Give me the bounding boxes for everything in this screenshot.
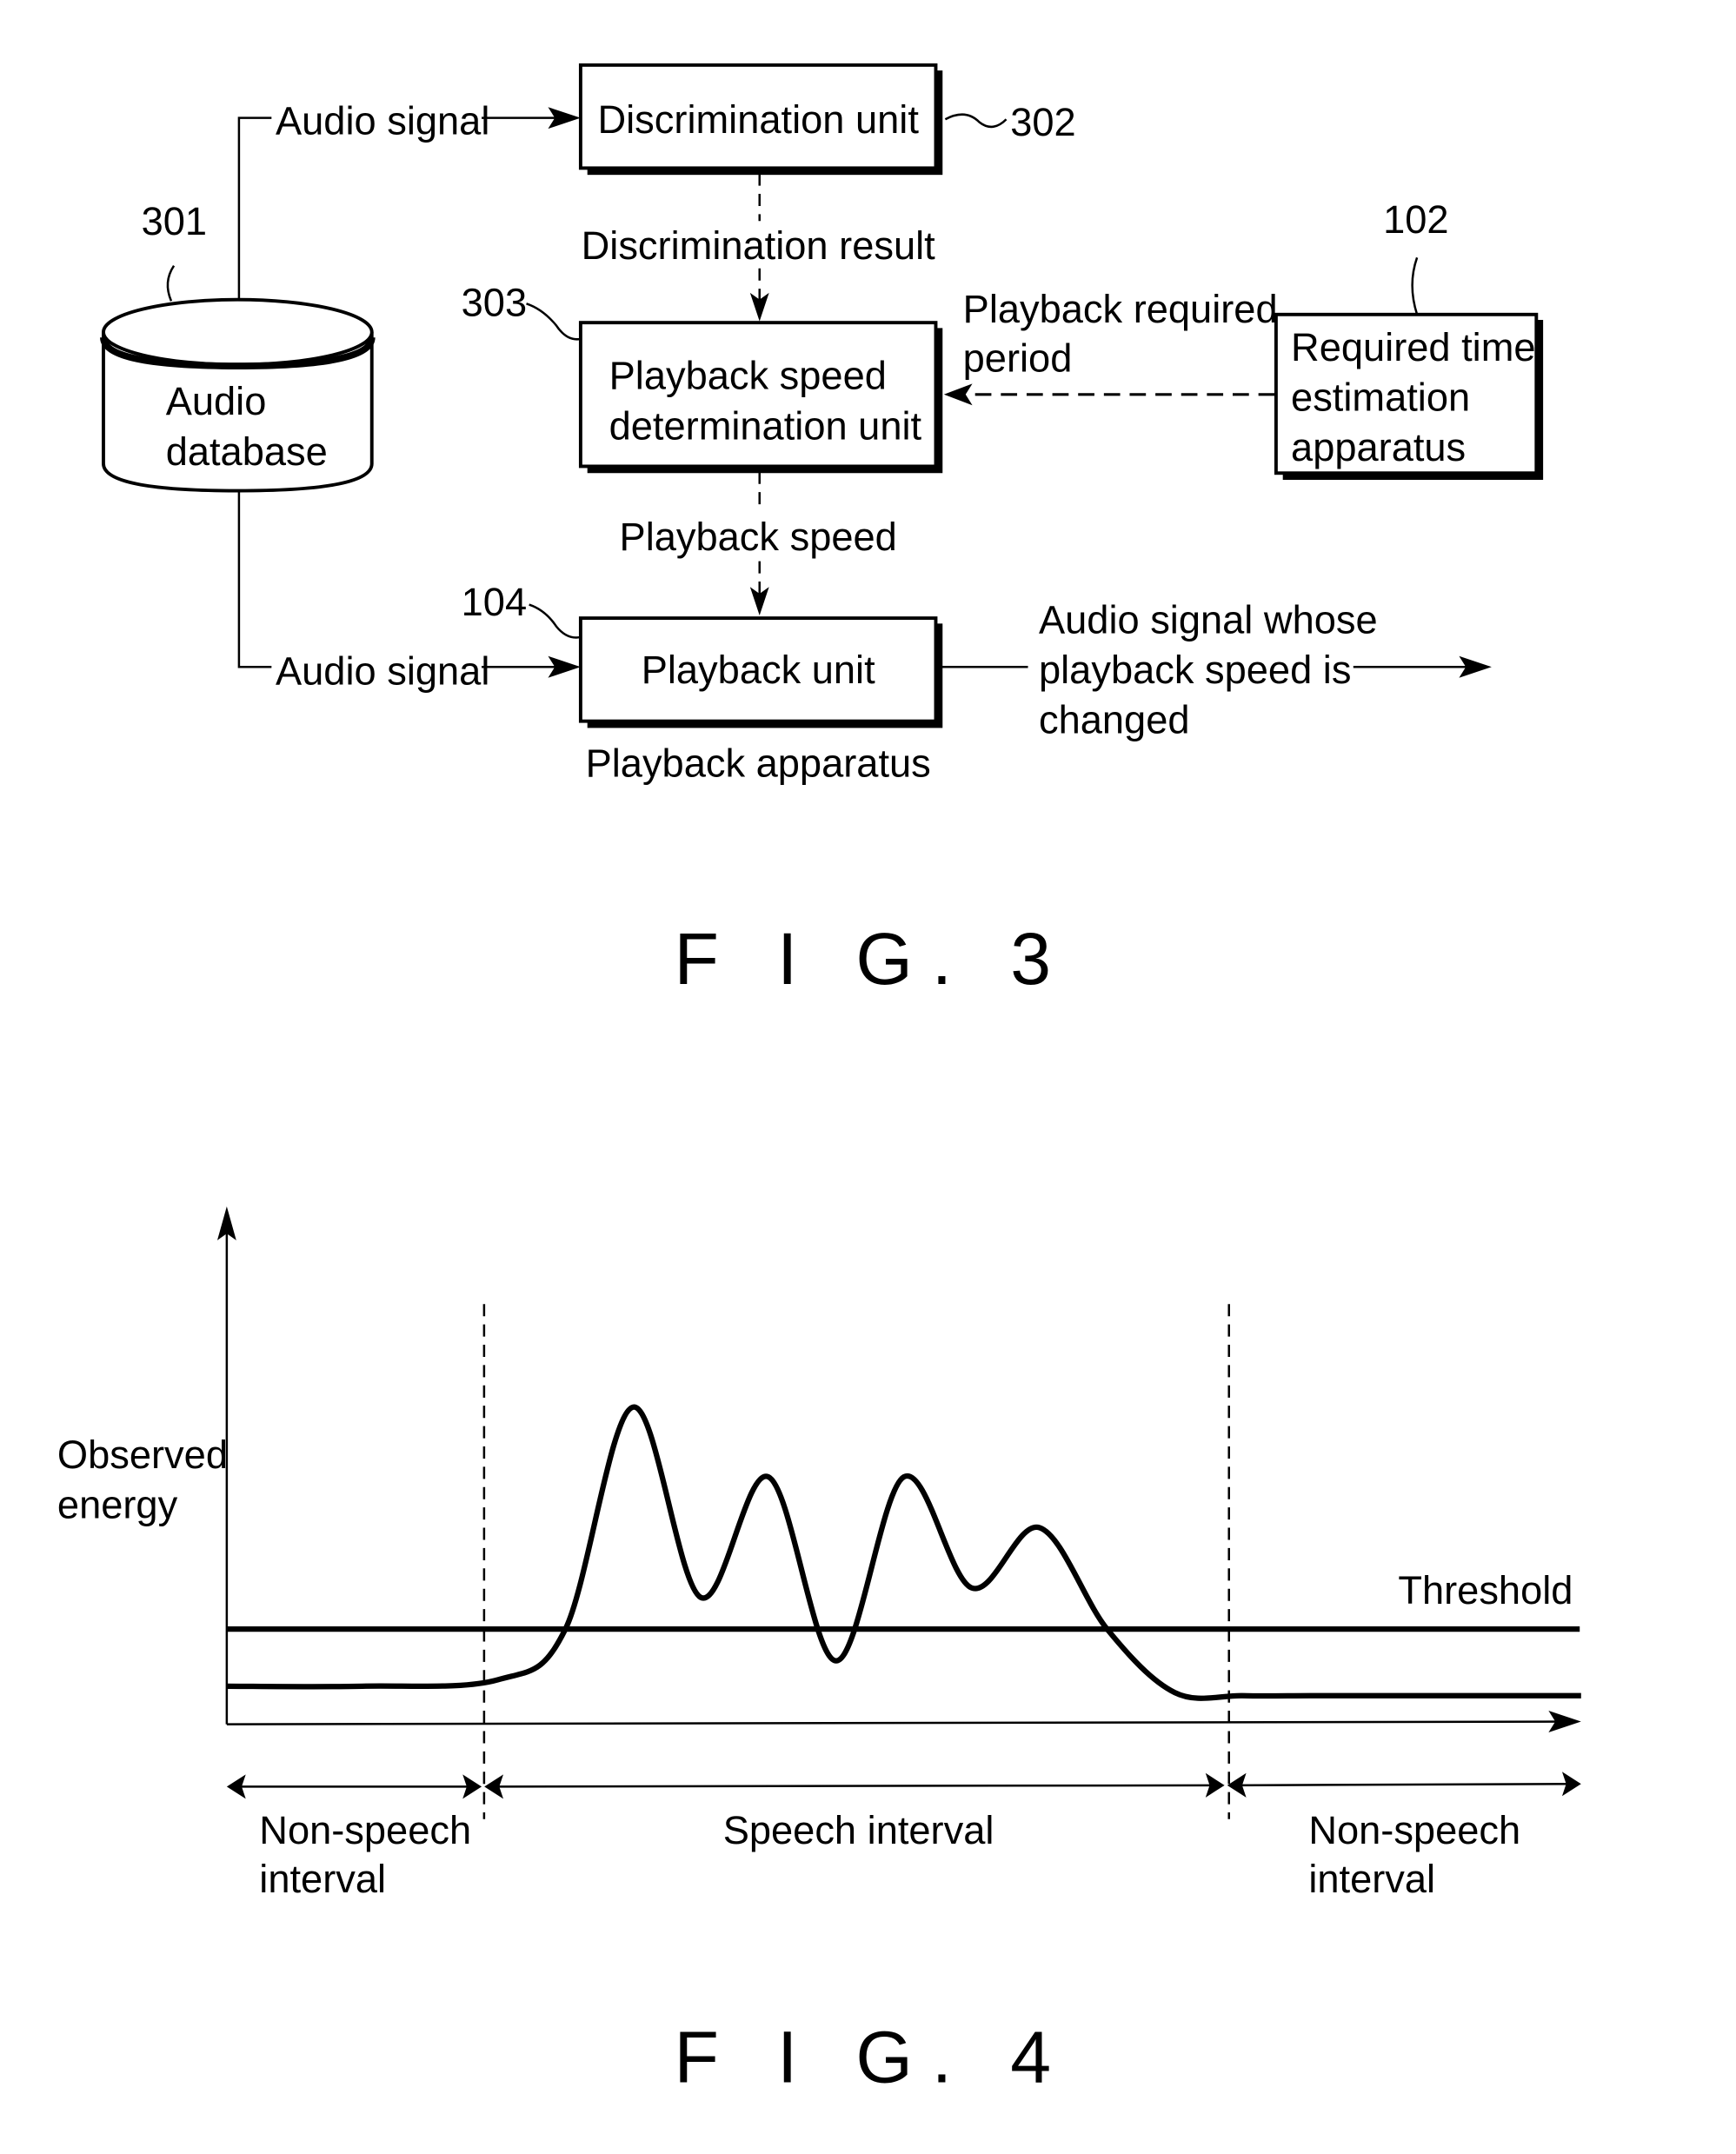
arrowhead-icon: [943, 383, 973, 406]
interval-label-left-line1: Non-speech: [259, 1808, 471, 1852]
interval-label-right-line1: Non-speech: [1308, 1808, 1520, 1852]
playback-apparatus-label: Playback apparatus: [586, 741, 931, 786]
observed-energy-curve: [226, 1404, 1581, 1701]
ref-104: 104: [462, 580, 527, 624]
psd-label-line2: determination unit: [609, 403, 922, 448]
output-label-line1: Audio signal whose: [1039, 597, 1378, 642]
required-time-estimation-node: 102 Required time estimation apparatus: [1274, 197, 1544, 481]
fig4-energy-chart: Observed energy Threshold Non-speech int…: [57, 1206, 1581, 2097]
patent-figure-sheet: Audio database 301 Audio signal Discrimi…: [57, 63, 1581, 2097]
connector-line: [237, 116, 272, 300]
rte-label-line3: apparatus: [1291, 425, 1466, 469]
edge-label-audio-signal-bottom: Audio signal: [276, 649, 489, 694]
x-axis: [226, 1720, 1566, 1725]
ref-301: 301: [142, 199, 207, 243]
interval-label-left-line2: interval: [259, 1857, 386, 1901]
y-axis-label-line2: energy: [57, 1483, 178, 1527]
ref-302-leader: [944, 113, 1008, 129]
database-label-line1: Audio: [166, 379, 267, 423]
database-cylinder-top: [102, 297, 374, 367]
ref-303: 303: [462, 280, 527, 324]
edge-playback-required-period: Playback required period: [943, 287, 1278, 406]
edge-playback-speed: Playback speed: [620, 471, 897, 615]
discrimination-unit-label: Discrimination unit: [597, 97, 919, 142]
output-label-line3: changed: [1039, 698, 1190, 742]
edge-audio-signal-top: Audio signal: [237, 98, 581, 300]
rte-label-line1: Required time: [1291, 325, 1536, 369]
y-axis-label-line1: Observed: [57, 1433, 228, 1477]
playback-unit-label: Playback unit: [642, 648, 875, 692]
edge-label-discrimination-result: Discrimination result: [582, 223, 936, 268]
fig3-caption: F I G. 3: [674, 918, 1069, 1000]
fig4-caption: F I G. 4: [674, 2016, 1069, 2097]
database-label-line2: database: [166, 429, 328, 474]
threshold-label: Threshold: [1398, 1568, 1573, 1612]
edge-audio-signal-bottom: Audio signal: [237, 490, 581, 694]
ref-102: 102: [1383, 197, 1448, 242]
connector-line: [237, 490, 272, 668]
playback-speed-determination-unit-node: 303 Playback speed determination unit: [462, 280, 943, 474]
speech-interval-arrow: [490, 1784, 1218, 1788]
audio-database-node: Audio database 301: [100, 199, 376, 493]
edge-label-audio-signal-top: Audio signal: [276, 98, 489, 143]
interval-label-right-line2: interval: [1308, 1857, 1435, 1901]
edge-label-playback-required-line1: Playback required: [963, 287, 1278, 331]
non-speech-interval-arrow-right: [1234, 1783, 1573, 1787]
edge-output-audio-signal: Audio signal whose playback speed is cha…: [940, 597, 1492, 742]
rte-label-line2: estimation: [1291, 376, 1470, 420]
discrimination-unit-node: Discrimination unit 302: [578, 63, 1076, 176]
psd-label-line1: Playback speed: [609, 354, 887, 398]
ref-104-leader: [529, 603, 582, 639]
interval-label-speech: Speech interval: [723, 1808, 994, 1852]
playback-unit-node: 104 Playback unit Playback apparatus: [462, 580, 943, 786]
ref-102-leader: [1411, 256, 1419, 316]
edge-label-playback-speed: Playback speed: [620, 515, 897, 559]
output-label-line2: playback speed is: [1039, 648, 1351, 692]
edge-discrimination-result: Discrimination result: [582, 173, 936, 322]
fig3-block-diagram: Audio database 301 Audio signal Discrimi…: [100, 63, 1544, 1000]
ref-301-leader: [166, 264, 176, 302]
edge-label-playback-required-line2: period: [963, 336, 1073, 380]
interval-arrows: [226, 1772, 1581, 1799]
ref-303-leader: [526, 302, 582, 341]
ref-302: 302: [1010, 100, 1075, 144]
